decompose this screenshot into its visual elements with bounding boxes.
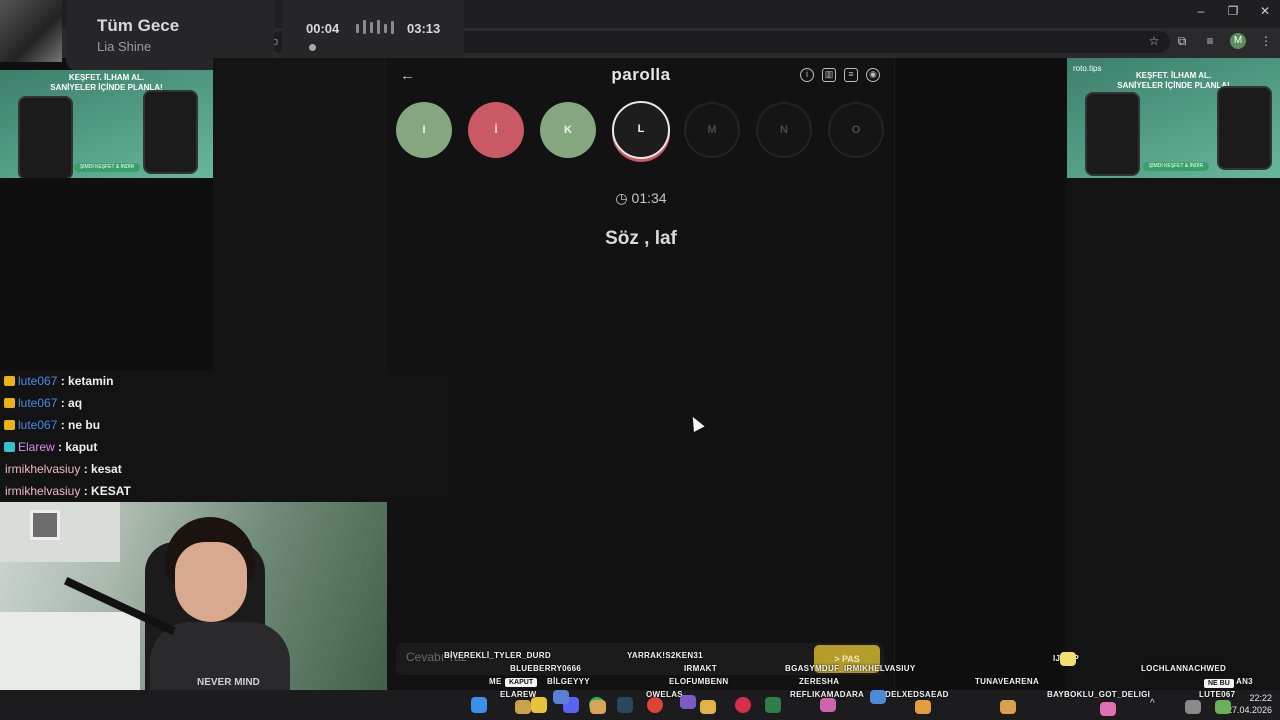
badge-icon xyxy=(4,420,15,430)
letter-correct: K xyxy=(540,102,596,158)
media-control-icon[interactable]: ≡ xyxy=(1202,34,1218,48)
clock-time: 22:22 xyxy=(1249,693,1272,703)
chat-message: irmikhelvasiuy : kesat xyxy=(0,458,448,480)
progress-knob xyxy=(309,44,316,51)
letter-correct: I xyxy=(396,102,452,158)
chat-text: kaput xyxy=(65,440,98,454)
chat-username[interactable]: irmikhelvasiuy xyxy=(5,462,80,476)
picture-frame xyxy=(30,510,60,540)
clock-icon: ◷ xyxy=(615,190,632,206)
chat-username[interactable]: Elarew xyxy=(18,440,55,454)
stats-icon[interactable]: ▥ xyxy=(822,68,836,82)
badge-icon xyxy=(4,442,15,452)
maximize-icon[interactable]: ❐ xyxy=(1226,4,1240,18)
empty-panel-right xyxy=(1067,178,1280,708)
parolla-game: ← parolla i ▥ ≡ ◉ IİKLMNO ◷ 01:34 Söz , … xyxy=(385,58,895,708)
chat-message: irmikhelvasiuy : KESAT xyxy=(0,480,448,502)
chat-username[interactable]: irmikhelvasiuy xyxy=(5,484,80,498)
timer-value: 01:34 xyxy=(631,190,667,206)
track-title: Tüm Gece xyxy=(97,16,180,35)
badge-icon xyxy=(4,398,15,408)
phone-image xyxy=(18,96,73,178)
browser-toolbar-icons: ☆ ⧉ ≡ M ⋮ xyxy=(1146,33,1274,49)
viewer-name-label: TUNAVEARENA xyxy=(975,677,1040,686)
phone-image xyxy=(1085,92,1140,176)
window-controls: – ❐ ✕ xyxy=(1194,4,1272,18)
bookmark-star-icon[interactable]: ☆ xyxy=(1146,34,1162,48)
stream-chat: lute067 : ketamin lute067 : aq lute067 : n… xyxy=(0,370,448,502)
phone-image xyxy=(143,90,198,174)
letter-wrong: İ xyxy=(468,102,524,158)
clue-text: Söz , laf xyxy=(605,228,677,249)
chat-message: Elarew : kaput xyxy=(0,436,448,458)
timer: ◷ 01:34 xyxy=(386,190,896,207)
chat-message: lute067 : ne bu xyxy=(0,414,448,436)
total-time: 03:13 xyxy=(407,21,441,36)
equalizer-icon xyxy=(356,20,394,34)
menu-kebab-icon[interactable]: ⋮ xyxy=(1258,34,1274,48)
clock-date: 27.04.2026 xyxy=(1226,705,1272,715)
chat-separator: : xyxy=(80,462,92,476)
current-time: 00:04 xyxy=(306,21,340,36)
info-icon[interactable]: i xyxy=(800,68,814,82)
extensions-icon[interactable]: ⧉ xyxy=(1174,34,1190,49)
tray-chevron-icon[interactable]: ^ xyxy=(1150,698,1155,709)
chat-text: KESAT xyxy=(91,484,131,498)
app-icon[interactable] xyxy=(735,697,751,713)
spotify-icon[interactable] xyxy=(589,697,605,713)
steam-icon[interactable] xyxy=(617,697,633,713)
letter-current: L xyxy=(612,101,670,159)
chat-text: aq xyxy=(68,396,83,410)
empty-panel xyxy=(213,58,385,380)
badge-icon xyxy=(4,376,15,386)
ad-banner-left[interactable]: KEŞFET. İLHAM AL. SANİYELER İÇİNDE PLANL… xyxy=(0,70,213,178)
chat-message: lute067 : ketamin xyxy=(0,370,448,392)
chrome-icon[interactable] xyxy=(647,697,663,713)
chat-username[interactable]: lute067 xyxy=(18,418,57,432)
wall xyxy=(0,502,120,562)
webcam-feed: NEVER MIND xyxy=(0,502,387,708)
user-icon[interactable]: ◉ xyxy=(866,68,880,82)
letter-pending: M xyxy=(684,102,740,158)
taskbar xyxy=(0,690,1280,720)
letter-pending: N xyxy=(756,102,812,158)
album-art xyxy=(0,0,62,62)
letter-pending: O xyxy=(828,102,884,158)
phone-image xyxy=(1217,86,1272,170)
chat-separator: : xyxy=(54,440,66,454)
windows-icon[interactable] xyxy=(471,697,487,713)
chat-icon[interactable]: ≡ xyxy=(844,68,858,82)
chat-text: ketamin xyxy=(68,374,114,388)
discord-icon[interactable] xyxy=(563,697,579,713)
answer-box: > PAS xyxy=(396,643,884,675)
chat-text: ne bu xyxy=(68,418,101,432)
profile-avatar[interactable]: M xyxy=(1230,33,1246,49)
chat-separator: : xyxy=(80,484,92,498)
game-header-icons: i ▥ ≡ ◉ xyxy=(800,68,880,82)
streamer-face xyxy=(175,542,247,622)
close-icon[interactable]: ✕ xyxy=(1258,4,1272,18)
chat-separator: : xyxy=(57,418,69,432)
chat-username[interactable]: lute067 xyxy=(18,374,57,388)
ad-banner-right[interactable]: roto.tips KEŞFET. İLHAM AL. SANİYELER İÇ… xyxy=(1067,58,1280,178)
chat-message: lute067 : aq xyxy=(0,392,448,414)
chat-text: kesat xyxy=(91,462,122,476)
chat-separator: : xyxy=(57,374,69,388)
answer-input[interactable] xyxy=(406,650,706,664)
chat-separator: : xyxy=(57,396,69,410)
screen: – ❐ ✕ b ☆ ⧉ ≡ M ⋮ Tüm Gece Lia Shine 00:… xyxy=(0,0,1280,720)
app-icon[interactable] xyxy=(765,697,781,713)
minimize-icon[interactable]: – xyxy=(1194,4,1208,18)
ad-cta-button[interactable]: ŞİMDİ KEŞFET & İNDİR xyxy=(74,163,140,172)
explorer-icon[interactable] xyxy=(531,697,547,713)
system-clock[interactable]: 22:22 27.04.2026 xyxy=(1227,692,1272,716)
shirt-text: NEVER MIND xyxy=(197,677,260,688)
playback-progress xyxy=(306,44,440,51)
track-artist: Lia Shine xyxy=(97,39,152,54)
ad-cta-button[interactable]: ŞİMDİ KEŞFET & İNDİR xyxy=(1143,162,1209,171)
pass-button[interactable]: > PAS xyxy=(814,645,880,673)
chat-username[interactable]: lute067 xyxy=(18,396,57,410)
